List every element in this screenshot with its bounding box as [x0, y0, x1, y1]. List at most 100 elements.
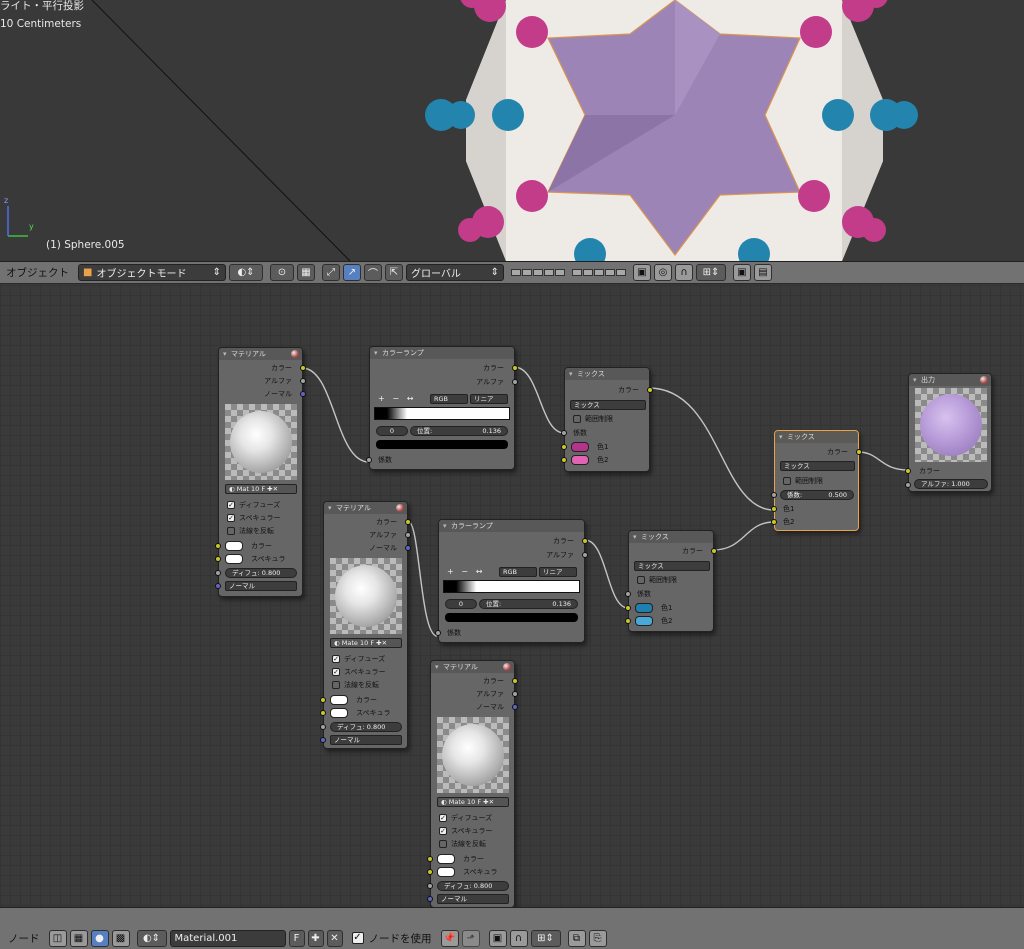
interp-dropdown[interactable]: リニア — [470, 394, 508, 404]
mix-node-2[interactable]: ミックス カラー ミックス 範囲制限 係数 色1 色2 — [625, 530, 717, 632]
snap-mode-dropdown[interactable]: ⊞ ⇕ — [530, 929, 561, 947]
diffuse-checkbox[interactable]: ✓ — [332, 655, 340, 663]
snap-magnet-button[interactable]: ∩ — [675, 264, 693, 281]
flip-ramp-button[interactable]: ↔ — [476, 567, 483, 576]
rotate-manipulator[interactable]: ⌒ — [364, 264, 382, 281]
color-swatch[interactable] — [437, 854, 455, 864]
fac-field[interactable]: 係数: 0.500 — [780, 490, 854, 500]
diffuse-intensity-field[interactable]: ディフュ: 0.800 — [437, 881, 509, 891]
pin-button[interactable]: 📌 — [440, 929, 459, 947]
color-mode-dropdown[interactable]: RGB — [430, 394, 468, 404]
node-header[interactable]: マテリアル — [324, 502, 407, 514]
interp-dropdown[interactable]: リニア — [539, 567, 577, 577]
material-selector[interactable]: ◐ Mate 10 F ✚✕ — [330, 638, 402, 648]
snap-element-dropdown[interactable]: ⊞ ⇕ — [696, 264, 726, 281]
fake-user-button[interactable]: F — [261, 485, 265, 493]
material-name-field[interactable]: Material.001 — [169, 929, 286, 947]
clamp-checkbox[interactable] — [637, 576, 645, 584]
diffuse-checkbox[interactable]: ✓ — [439, 814, 447, 822]
copy-nodes-button[interactable]: ⧉ — [567, 929, 586, 947]
node-header[interactable]: ミックス — [565, 368, 649, 380]
in-color1-socket[interactable] — [561, 444, 567, 450]
close-icon[interactable]: ✕ — [382, 639, 387, 647]
invert-normal-checkbox[interactable] — [227, 527, 235, 535]
add-stop-button[interactable]: + — [447, 567, 454, 576]
material-node-3[interactable]: マテリアル カラー アルファ ノーマル ◐ Mate 10 F ✚✕ ✓ ディフ… — [427, 660, 518, 907]
backdrop-button[interactable]: ▣ — [488, 929, 507, 947]
in-normal-socket[interactable] — [215, 583, 221, 589]
out-alpha-socket[interactable] — [512, 379, 518, 385]
out-alpha-socket[interactable] — [582, 552, 588, 558]
orientation-dropdown[interactable]: グローバル ⇕ — [406, 264, 504, 281]
shader-nodes-button[interactable]: ◫ — [48, 929, 67, 947]
close-icon[interactable]: ✕ — [273, 485, 278, 493]
pivot-dropdown[interactable]: ⊙ — [270, 264, 294, 281]
use-nodes-checkbox[interactable]: ✓ — [351, 932, 364, 944]
snap-toggle[interactable]: ▦ — [297, 264, 315, 281]
new-material-button[interactable]: ✚ — [307, 929, 324, 947]
spec-swatch[interactable] — [437, 867, 455, 877]
material-selector[interactable]: ◐ Mate 10 F ✚✕ — [437, 797, 509, 807]
stop-color-swatch[interactable] — [445, 613, 578, 622]
scale-manipulator[interactable]: ⇱ — [385, 264, 403, 281]
gradient-bar[interactable] — [374, 407, 510, 420]
paste-nodes-button[interactable]: ⎘ — [588, 929, 607, 947]
compositing-nodes-button[interactable]: ▩ — [111, 929, 130, 947]
in-alpha-socket[interactable] — [905, 482, 911, 488]
diffuse-intensity-field[interactable]: ディフュ: 0.800 — [330, 722, 402, 732]
color2-swatch[interactable] — [571, 455, 589, 465]
in-spec-socket[interactable] — [215, 556, 221, 562]
mix-node-1[interactable]: ミックス カラー ミックス 範囲制限 係数 色1 色2 — [561, 367, 653, 472]
active-stop-index[interactable]: 0 — [376, 426, 408, 436]
out-color-socket[interactable] — [512, 365, 518, 371]
position-field[interactable]: 位置: 0.136 — [410, 426, 508, 436]
in-spec-socket[interactable] — [427, 869, 433, 875]
node-header[interactable]: ミックス — [629, 531, 713, 543]
specular-checkbox[interactable]: ✓ — [439, 827, 447, 835]
out-color-socket[interactable] — [300, 365, 306, 371]
position-field[interactable]: 位置: 0.136 — [479, 599, 578, 609]
normal-dropdown[interactable]: ノーマル — [437, 894, 509, 904]
node-editor[interactable]: マテリアル カラー アルファ ノーマル ◐ Mat 10 F ✚✕ ✓ ディフュ… — [0, 285, 1024, 907]
out-color-socket[interactable] — [711, 548, 717, 554]
spec-swatch[interactable] — [225, 554, 243, 564]
in-spec-socket[interactable] — [320, 710, 326, 716]
ramp-edit-buttons[interactable]: + − ↔ — [447, 566, 482, 578]
in-color-socket[interactable] — [427, 856, 433, 862]
out-normal-socket[interactable] — [405, 545, 411, 551]
blend-dropdown[interactable]: ミックス — [570, 400, 646, 410]
in-fac-socket[interactable] — [366, 457, 372, 463]
clamp-checkbox[interactable] — [573, 415, 581, 423]
fake-user-button[interactable]: F — [370, 639, 374, 647]
in-color-socket[interactable] — [215, 543, 221, 549]
out-normal-socket[interactable] — [512, 704, 518, 710]
texture-nodes-button[interactable]: ▦ — [69, 929, 88, 947]
color-mode-dropdown[interactable]: RGB — [499, 567, 537, 577]
mode-dropdown[interactable]: ■ オブジェクトモード ⇕ — [78, 264, 226, 281]
output-node[interactable]: 出力 カラー アルファ: 1.000 — [905, 373, 992, 492]
normal-dropdown[interactable]: ノーマル — [225, 581, 297, 591]
out-color-socket[interactable] — [647, 387, 653, 393]
node-header[interactable]: マテリアル — [219, 348, 302, 360]
diffuse-intensity-socket[interactable] — [215, 570, 221, 576]
diffuse-checkbox[interactable]: ✓ — [227, 501, 235, 509]
out-color-socket[interactable] — [856, 449, 862, 455]
proportional-edit-button[interactable]: ◎ — [654, 264, 672, 281]
stop-color-swatch[interactable] — [376, 440, 508, 449]
snap-toggle-button[interactable]: ∩ — [509, 929, 528, 947]
invert-normal-checkbox[interactable] — [332, 681, 340, 689]
spec-swatch[interactable] — [330, 708, 348, 718]
node-menu[interactable]: ノード — [8, 931, 40, 946]
node-header[interactable]: 出力 — [909, 374, 991, 386]
normal-dropdown[interactable]: ノーマル — [330, 735, 402, 745]
clamp-checkbox[interactable] — [783, 477, 791, 485]
in-color2-socket[interactable] — [625, 618, 631, 624]
layer-buttons-b[interactable] — [572, 269, 626, 276]
in-normal-socket[interactable] — [427, 896, 433, 902]
node-header[interactable]: カラーランプ — [370, 347, 514, 359]
out-color-socket[interactable] — [512, 678, 518, 684]
close-icon[interactable]: ✕ — [489, 798, 494, 806]
in-color2-socket[interactable] — [771, 519, 777, 525]
parent-node-button[interactable]: ⬏ — [461, 929, 480, 947]
remove-stop-button[interactable]: − — [461, 567, 468, 576]
